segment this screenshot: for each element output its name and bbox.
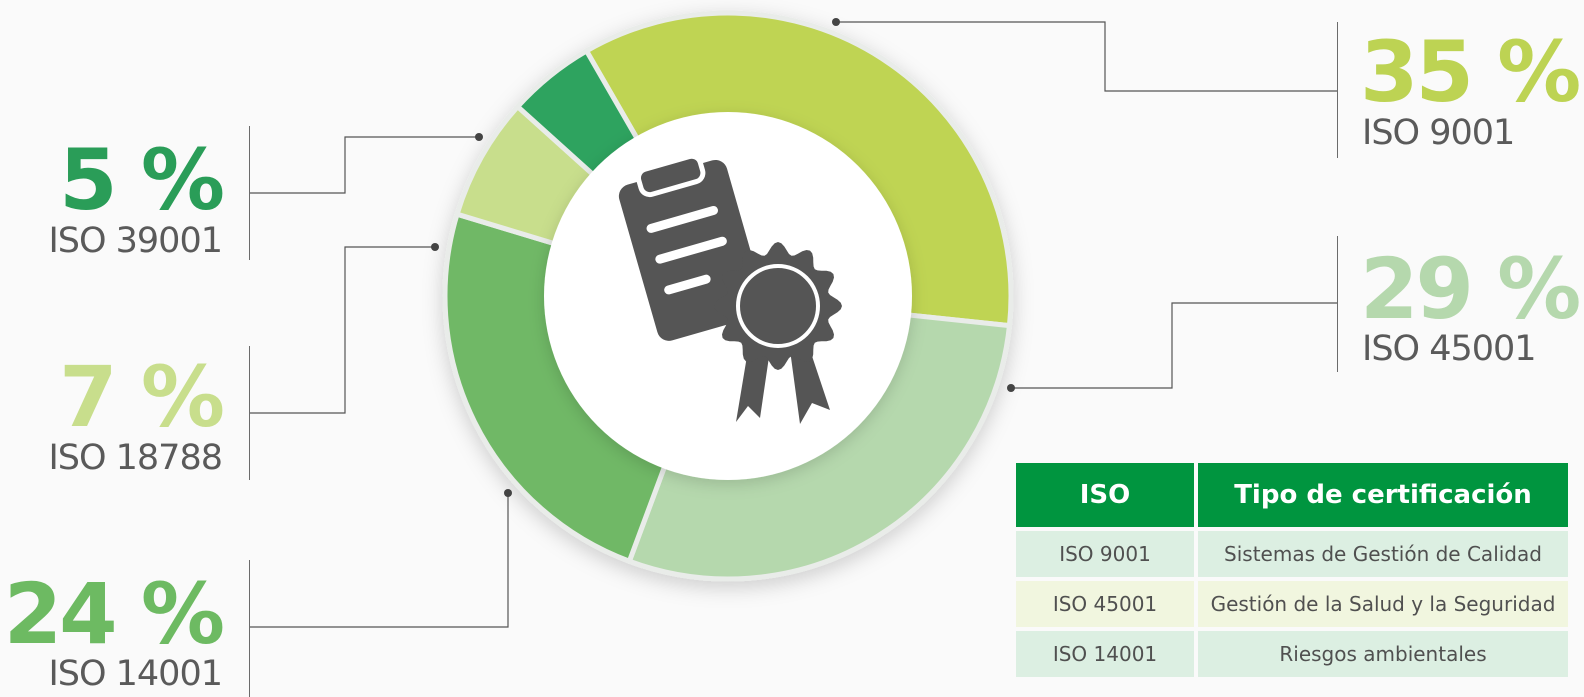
leader-iso-39001-dot bbox=[475, 133, 483, 141]
value-label-iso-9001: 35 % bbox=[1360, 23, 1581, 121]
value-label-iso-14001: 24 % bbox=[3, 565, 225, 663]
table-cell-type: Sistemas de Gestión de Calidad bbox=[1198, 531, 1568, 577]
certification-table: ISO Tipo de certificación ISO 9001 Siste… bbox=[1012, 459, 1572, 681]
leader-iso-45001-dot bbox=[1007, 384, 1015, 392]
category-label-iso-14001: ISO 14001 bbox=[48, 654, 223, 694]
divider-line bbox=[249, 346, 250, 480]
category-label-iso-39001: ISO 39001 bbox=[48, 221, 223, 261]
value-label-iso-18788: 7 % bbox=[59, 348, 225, 446]
table-row: ISO 45001 Gestión de la Salud y la Segur… bbox=[1016, 581, 1568, 627]
leader-iso-18788 bbox=[249, 246, 435, 414]
leader-iso-39001 bbox=[249, 136, 479, 194]
leader-iso-14001 bbox=[249, 493, 509, 628]
value-label-iso-39001: 5 % bbox=[59, 131, 225, 229]
leader-iso-14001-dot bbox=[504, 489, 512, 497]
table-cell-type: Riesgos ambientales bbox=[1198, 631, 1568, 677]
table-cell-iso: ISO 45001 bbox=[1016, 581, 1194, 627]
table-header-iso: ISO bbox=[1016, 463, 1194, 527]
leader-iso-9001-dot bbox=[832, 18, 840, 26]
divider-line bbox=[1337, 236, 1338, 372]
table-cell-iso: ISO 9001 bbox=[1016, 531, 1194, 577]
category-label-iso-18788: ISO 18788 bbox=[48, 438, 223, 478]
divider-line bbox=[249, 560, 250, 697]
category-label-iso-45001: ISO 45001 bbox=[1362, 329, 1537, 369]
table-header-row: ISO Tipo de certificación bbox=[1016, 463, 1568, 527]
value-label-iso-45001: 29 % bbox=[1360, 240, 1581, 338]
table-header-type: Tipo de certificación bbox=[1198, 463, 1568, 527]
category-label-iso-9001: ISO 9001 bbox=[1362, 113, 1515, 153]
table-row: ISO 9001 Sistemas de Gestión de Calidad bbox=[1016, 531, 1568, 577]
table-cell-iso: ISO 14001 bbox=[1016, 631, 1194, 677]
leader-iso-18788-dot bbox=[431, 243, 439, 251]
divider-line bbox=[1337, 22, 1338, 158]
table-cell-type: Gestión de la Salud y la Seguridad bbox=[1198, 581, 1568, 627]
table-row: ISO 14001 Riesgos ambientales bbox=[1016, 631, 1568, 677]
divider-line bbox=[249, 126, 250, 260]
leader-iso-45001 bbox=[1011, 302, 1337, 389]
